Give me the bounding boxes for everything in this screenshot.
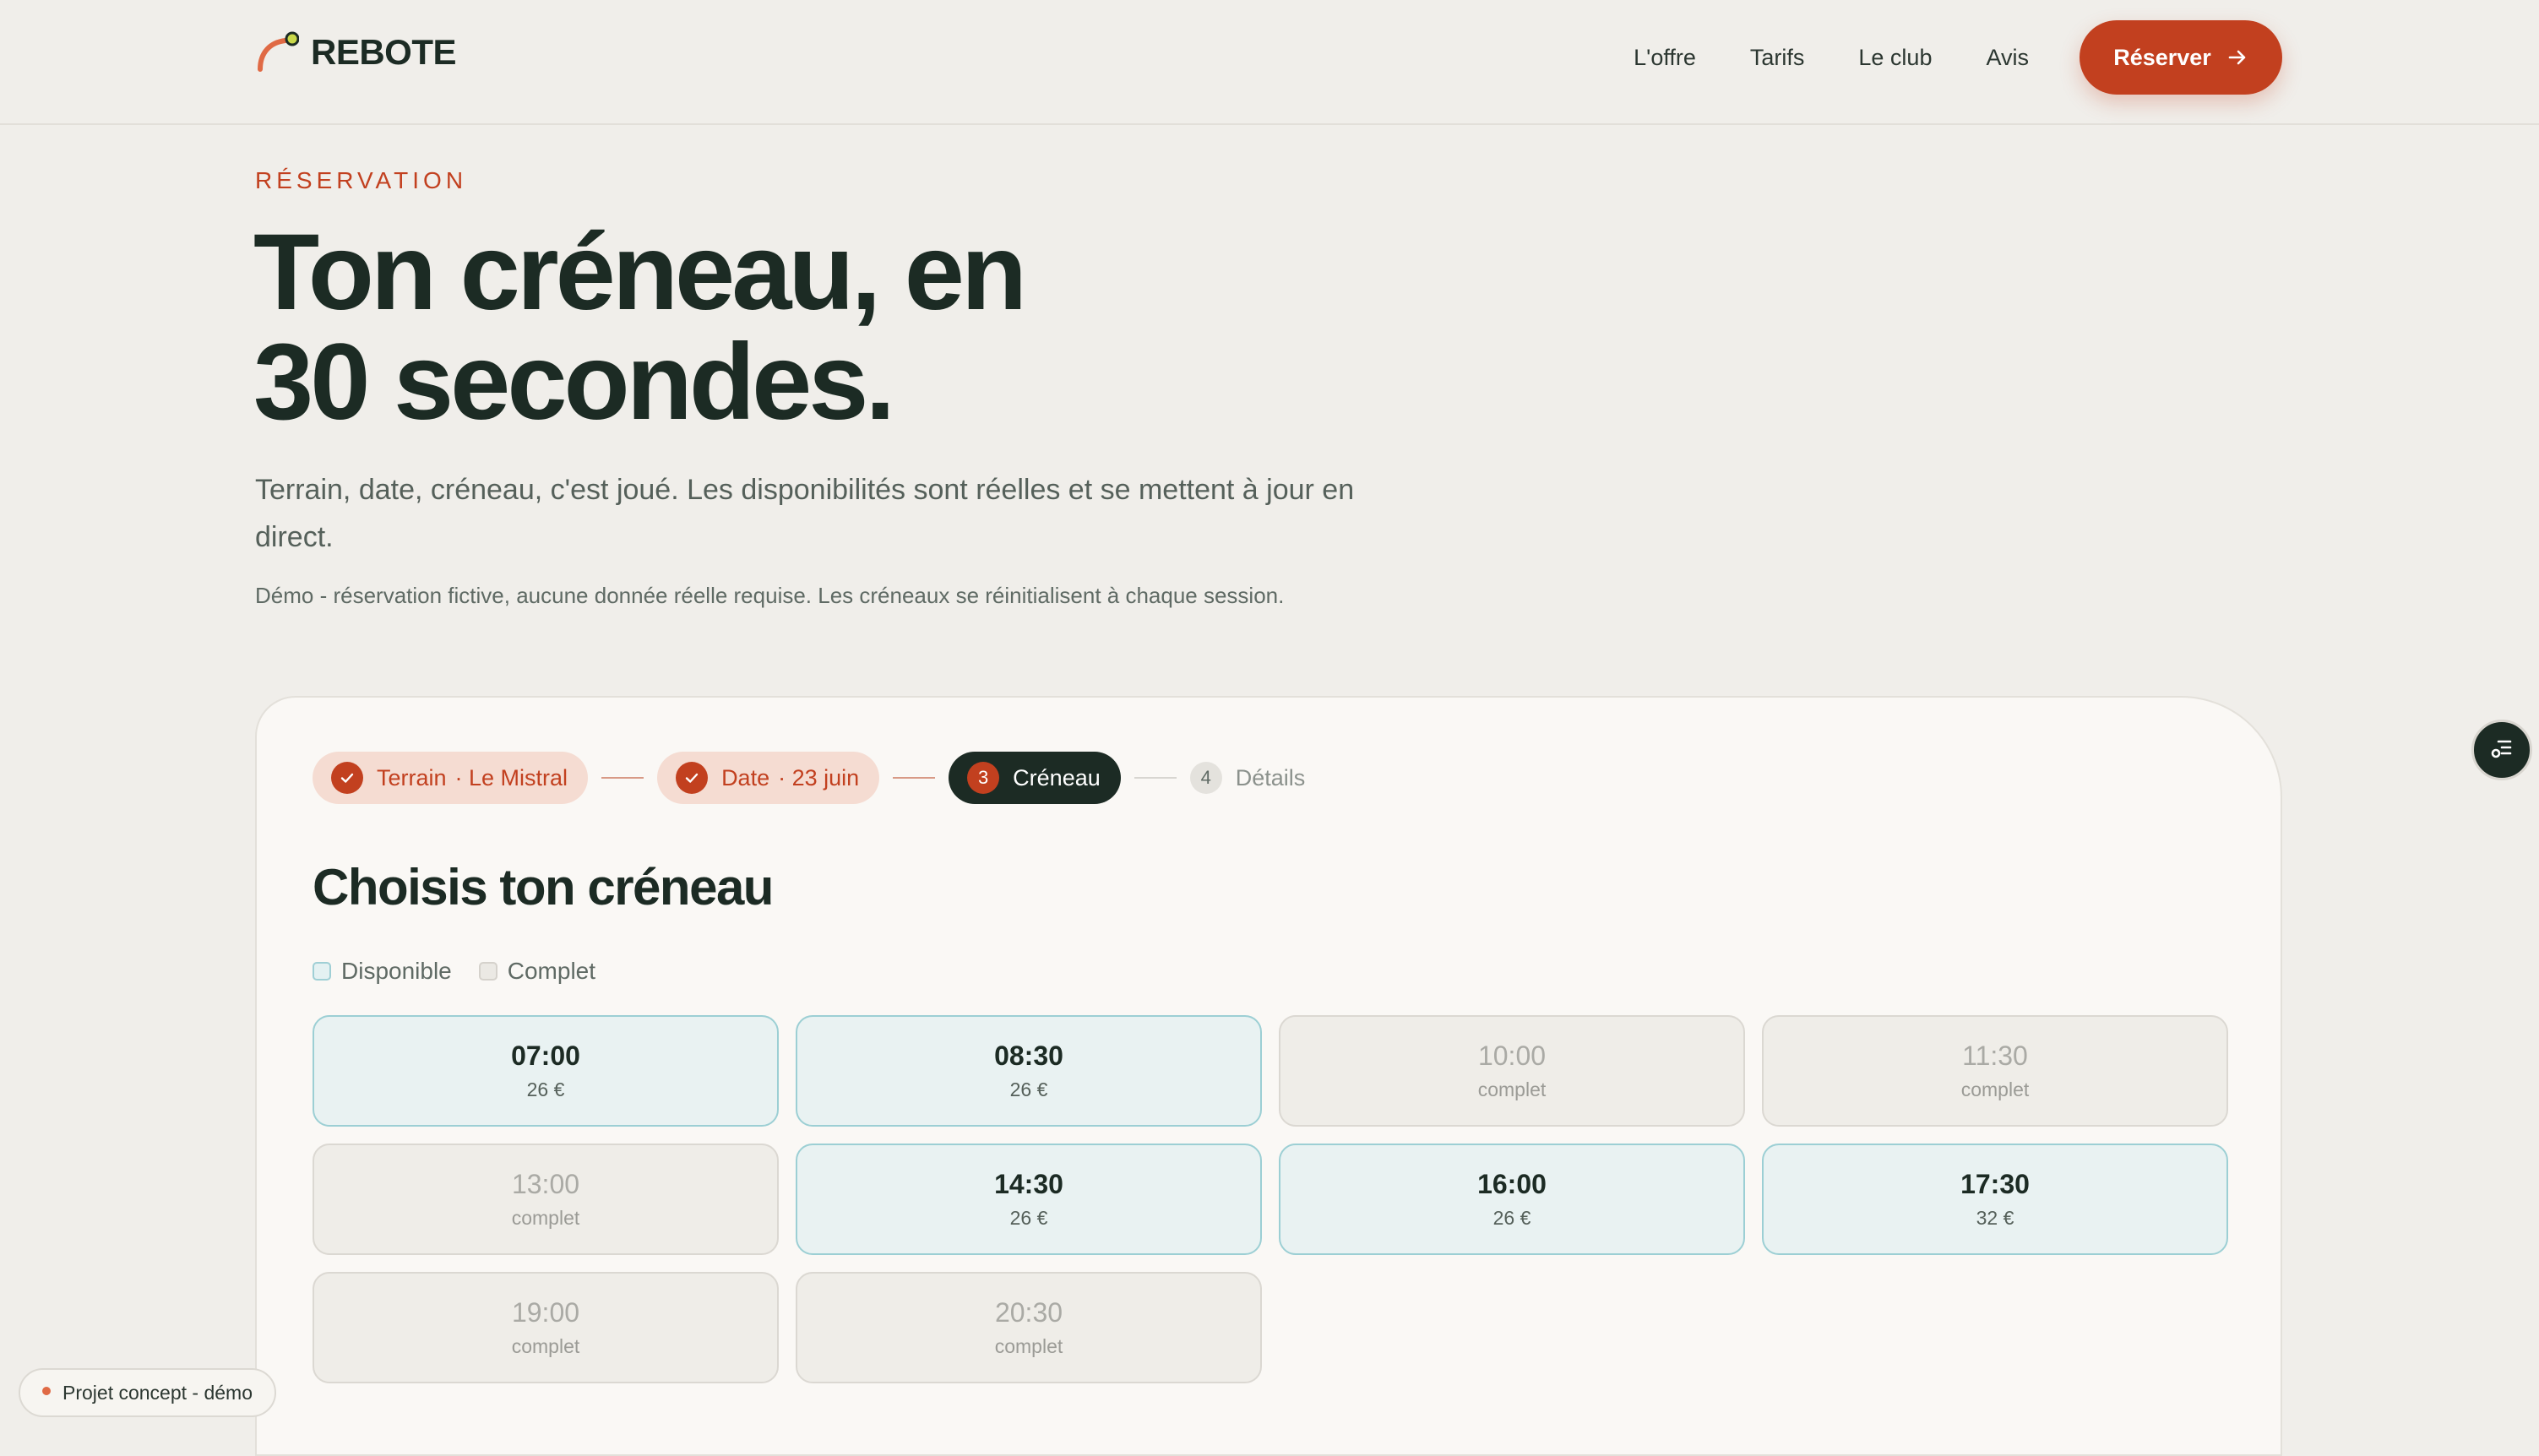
status-dot [42,1387,51,1395]
booking-stepper: Terrain · Le Mistral Date · 23 juin 3 Cr… [313,752,1325,804]
slot-2030: 20:30 complet [796,1272,1262,1383]
step-number: 3 [967,762,1000,794]
slot-1900: 19:00 complet [313,1272,779,1383]
slot-time: 16:00 [1477,1169,1547,1199]
slot-1430[interactable]: 14:30 26 € [796,1144,1262,1255]
slot-1130: 11:30 complet [1762,1015,2228,1127]
available-swatch [313,962,331,981]
page-title: Ton créneau, en 30 secondes. [253,218,1436,437]
step-details: 4 Détails [1189,752,1326,804]
slot-0830[interactable]: 08:30 26 € [796,1015,1262,1127]
demo-note: Démo - réservation fictive, aucune donné… [255,583,1285,608]
slot-price: 26 € [1009,1207,1048,1229]
concept-tag: Projet concept - démo [19,1368,277,1417]
check-icon [676,762,709,794]
slot-legend: Disponible Complet [313,958,623,985]
page-title-line1: Ton créneau, en [253,212,1027,333]
slot-status: complet [1960,1078,2030,1100]
slot-0700[interactable]: 07:00 26 € [313,1015,779,1127]
reserve-button[interactable]: Réserver [2080,20,2282,95]
slot-price: 32 € [1976,1207,2014,1229]
section-eyebrow: RÉSERVATION [255,167,468,193]
slot-time: 17:30 [1960,1169,2030,1199]
floating-menu-button[interactable] [2471,720,2532,780]
booking-card: Terrain · Le Mistral Date · 23 juin 3 Cr… [255,696,2282,1456]
main-nav: L'offre Tarifs Le club Avis [1579,32,2029,83]
slot-status: complet [1477,1078,1547,1100]
slot-time: 08:30 [994,1040,1063,1071]
step-date-label: Date [721,764,770,790]
step-creneau-label: Créneau [1013,764,1101,790]
page-title-line2: 30 secondes. [253,322,895,443]
slot-price: 26 € [1009,1078,1048,1100]
slot-price: 26 € [1492,1207,1531,1229]
legend-available-label: Disponible [341,958,452,984]
legend-full: Complet [478,958,596,985]
slot-time: 11:30 [1962,1040,2028,1071]
step-creneau[interactable]: 3 Créneau [949,752,1121,804]
legend-available: Disponible [313,958,452,985]
hero-lead: Terrain, date, créneau, c'est joué. Les … [255,474,1355,553]
full-swatch [478,962,497,981]
legend-full-label: Complet [507,958,596,984]
nav-item-avis[interactable]: Avis [1986,45,2029,71]
slot-time: 20:30 [994,1297,1063,1328]
step-terrain[interactable]: Terrain · Le Mistral [313,752,589,804]
step-connector [1134,777,1177,779]
step-date-value: · 23 juin [778,764,860,790]
nav-item-tarifs[interactable]: Tarifs [1750,45,1805,71]
slot-time: 10:00 [1477,1040,1547,1071]
step-terrain-value: · Le Mistral [454,764,568,790]
step-terrain-label: Terrain [377,764,447,790]
brand-logo[interactable]: REBOTE [255,29,457,76]
slot-1000: 10:00 complet [1279,1015,1745,1127]
slot-time: 07:00 [511,1040,580,1071]
slot-status: complet [994,1335,1063,1357]
concept-tag-label: Projet concept - démo [63,1381,253,1404]
slot-time: 14:30 [994,1169,1063,1199]
slot-time: 13:00 [511,1169,580,1199]
check-icon [331,762,363,794]
slot-1730[interactable]: 17:30 32 € [1762,1144,2228,1255]
booking-title: Choisis ton créneau [313,859,774,915]
step-connector [601,777,644,779]
arrow-right-icon [2226,46,2248,68]
slot-status: complet [511,1207,580,1229]
nav-item-club[interactable]: Le club [1858,45,1932,71]
step-number: 4 [1189,762,1222,794]
arc-logo-icon [255,30,300,74]
menu-settings-icon [2487,733,2517,768]
nav-item-offre[interactable]: L'offre [1634,45,1696,71]
step-details-label: Détails [1235,764,1306,790]
slot-price: 26 € [526,1078,565,1100]
site-header: REBOTE L'offre Tarifs Le club Avis Réser… [0,0,2539,125]
slot-1600[interactable]: 16:00 26 € [1279,1144,1745,1255]
slot-status: complet [511,1335,580,1357]
step-date[interactable]: Date · 23 juin [657,752,880,804]
brand-name: REBOTE [311,32,457,72]
step-connector [893,777,936,779]
reserve-button-label: Réserver [2113,44,2211,70]
slot-time: 19:00 [511,1297,580,1328]
slot-1300: 13:00 complet [313,1144,779,1255]
